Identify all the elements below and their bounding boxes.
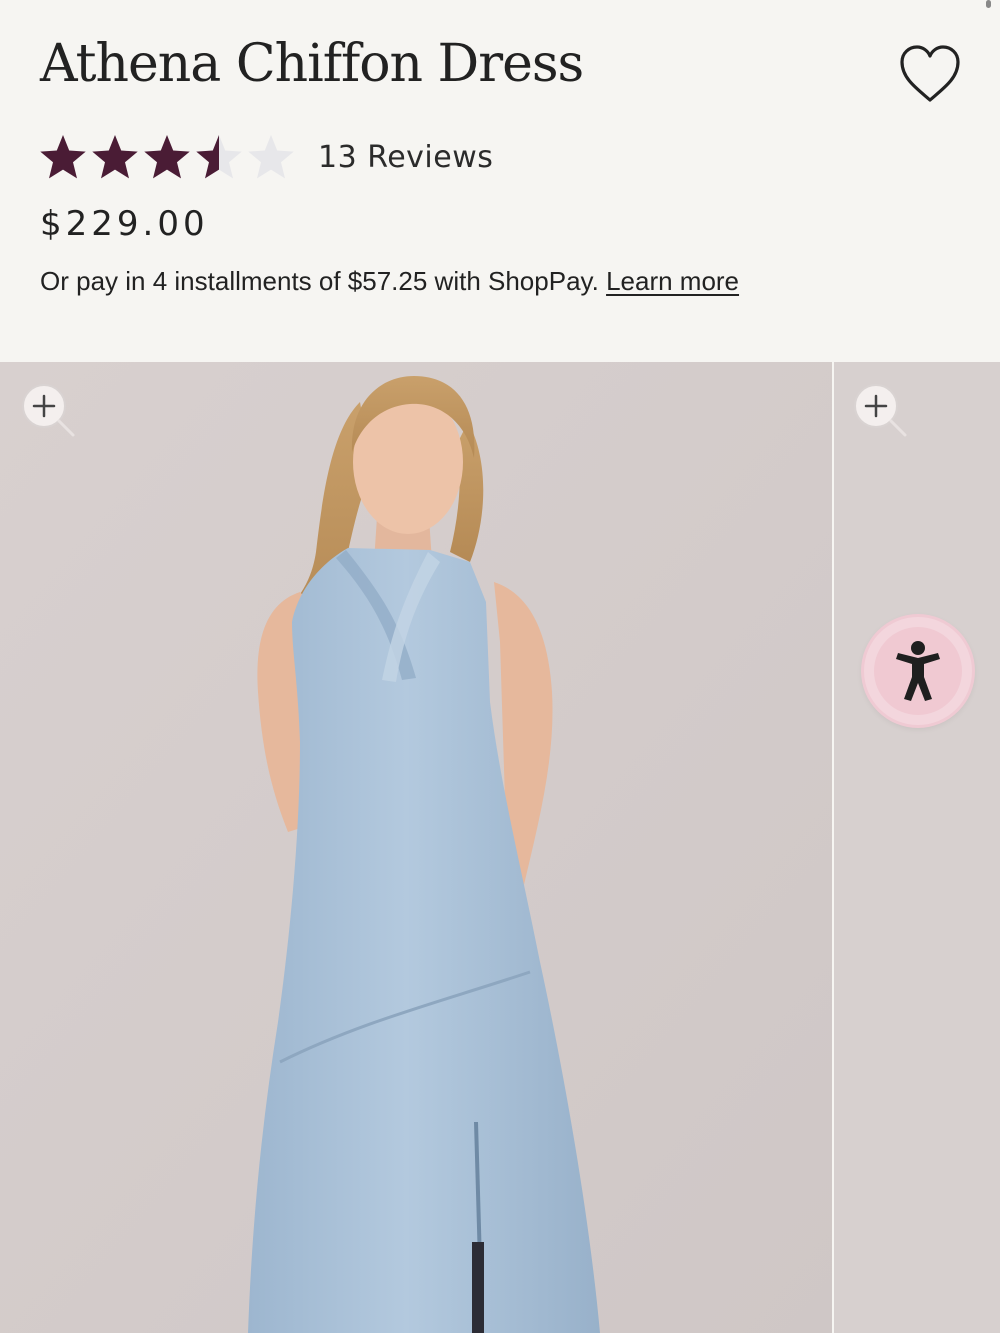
product-image-gallery[interactable] (0, 362, 1000, 1333)
product-price: $229.00 (40, 204, 209, 244)
installments-message: Or pay in 4 installments of $57.25 with … (40, 266, 739, 297)
star-filled-icon (40, 135, 86, 179)
star-empty-icon (248, 135, 294, 179)
gallery-slide-next[interactable] (834, 362, 1000, 1333)
rating-row: 13 Reviews (38, 130, 493, 184)
star-filled-icon (144, 135, 190, 179)
learn-more-link[interactable]: Learn more (606, 266, 739, 296)
installments-text: Or pay in 4 installments of $57.25 with … (40, 266, 599, 296)
star-rating (38, 132, 296, 182)
product-title: Athena Chiffon Dress (40, 34, 584, 94)
zoom-in-icon[interactable] (18, 380, 78, 440)
accessibility-button[interactable] (864, 617, 972, 725)
heart-icon[interactable] (896, 42, 964, 104)
gallery-slide-main[interactable] (0, 362, 832, 1333)
product-header: Athena Chiffon Dress 13 Reviews $229.00 … (0, 0, 1000, 362)
star-half-icon (196, 135, 242, 179)
zoom-in-icon[interactable] (850, 380, 910, 440)
star-filled-icon (92, 135, 138, 179)
product-image (0, 362, 832, 1333)
scrollbar-thumb[interactable] (986, 0, 991, 8)
reviews-count-link[interactable]: 13 Reviews (318, 140, 493, 175)
accessibility-person-icon (896, 641, 940, 701)
